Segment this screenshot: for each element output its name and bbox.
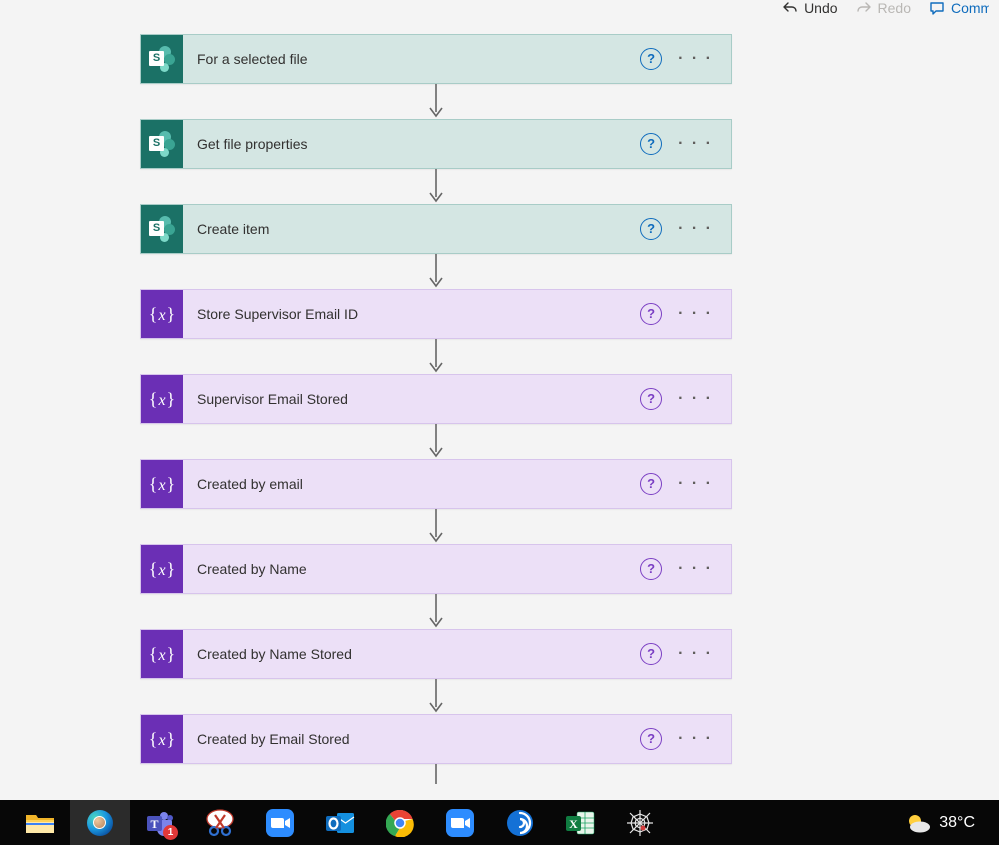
connector-arrow <box>427 679 445 714</box>
swirl-icon <box>505 808 535 838</box>
top-toolbar: Undo Redo Comments <box>782 0 999 22</box>
step-label: Create item <box>183 221 640 237</box>
redo-icon <box>856 0 872 16</box>
flow-step[interactable]: S For a selected file ? · · · <box>140 34 732 84</box>
flow-step[interactable]: S Create item ? · · · <box>140 204 732 254</box>
undo-button[interactable]: Undo <box>782 0 837 16</box>
step-label: Created by email <box>183 476 640 492</box>
taskbar-weather[interactable]: 38°C <box>905 812 989 834</box>
step-label: For a selected file <box>183 51 640 67</box>
flow-step[interactable]: x Created by Name Stored ? · · · <box>140 629 732 679</box>
connector-arrow <box>427 254 445 289</box>
comment-icon <box>929 0 945 16</box>
flow-step[interactable]: x Supervisor Email Stored ? · · · <box>140 374 732 424</box>
connector-arrow <box>427 594 445 629</box>
taskbar-app-9[interactable] <box>490 800 550 845</box>
help-button[interactable]: ? <box>640 218 662 240</box>
help-button[interactable]: ? <box>640 388 662 410</box>
step-more-button[interactable]: · · · <box>672 645 731 663</box>
help-button[interactable]: ? <box>640 558 662 580</box>
zoom-icon <box>445 808 475 838</box>
connector-arrow <box>427 169 445 204</box>
flow-step[interactable]: x Created by Name ? · · · <box>140 544 732 594</box>
connector-arrow <box>427 339 445 374</box>
taskbar-edge[interactable] <box>70 800 130 845</box>
step-more-button[interactable]: · · · <box>672 220 731 238</box>
redo-label: Redo <box>878 0 911 16</box>
flow-step[interactable]: S Get file properties ? · · · <box>140 119 732 169</box>
chrome-icon <box>385 808 415 838</box>
step-more-button[interactable]: · · · <box>672 305 731 323</box>
step-more-button[interactable]: · · · <box>672 135 731 153</box>
spiderweb-icon <box>625 808 655 838</box>
help-button[interactable]: ? <box>640 133 662 155</box>
sharepoint-icon: S <box>141 120 183 168</box>
help-button[interactable]: ? <box>640 303 662 325</box>
step-label: Store Supervisor Email ID <box>183 306 640 322</box>
taskbar-explorer[interactable] <box>10 800 70 845</box>
connector-arrow <box>427 764 445 784</box>
redo-button: Redo <box>856 0 911 16</box>
sharepoint-icon: S <box>141 35 183 83</box>
flow-step[interactable]: x Created by email ? · · · <box>140 459 732 509</box>
step-label: Supervisor Email Stored <box>183 391 640 407</box>
edge-icon <box>85 808 115 838</box>
excel-icon: X <box>565 808 595 838</box>
comments-label: Comments <box>951 0 989 16</box>
step-label: Created by Name Stored <box>183 646 640 662</box>
step-more-button[interactable]: · · · <box>672 730 731 748</box>
step-label: Created by Name <box>183 561 640 577</box>
step-more-button[interactable]: · · · <box>672 560 731 578</box>
taskbar-excel[interactable]: X <box>550 800 610 845</box>
svg-text:T: T <box>150 817 158 831</box>
outlook-icon <box>325 808 355 838</box>
teams-icon: T 1 <box>145 808 175 838</box>
weather-temp: 38°C <box>939 814 975 832</box>
sharepoint-icon: S <box>141 205 183 253</box>
step-more-button[interactable]: · · · <box>672 50 731 68</box>
step-label: Created by Email Stored <box>183 731 640 747</box>
taskbar-zoom-alt[interactable] <box>430 800 490 845</box>
flow-step[interactable]: x Created by Email Stored ? · · · <box>140 714 732 764</box>
zoom-icon <box>265 808 295 838</box>
variable-icon: x <box>141 715 183 763</box>
taskbar-outlook[interactable] <box>310 800 370 845</box>
variable-icon: x <box>141 375 183 423</box>
variable-icon: x <box>141 545 183 593</box>
flow-step[interactable]: x Store Supervisor Email ID ? · · · <box>140 289 732 339</box>
step-label: Get file properties <box>183 136 640 152</box>
step-more-button[interactable]: · · · <box>672 390 731 408</box>
variable-icon: x <box>141 460 183 508</box>
taskbar-zoom[interactable] <box>250 800 310 845</box>
variable-icon: x <box>141 290 183 338</box>
comments-button[interactable]: Comments <box>929 0 989 16</box>
windows-taskbar: T 1 <box>0 800 999 845</box>
taskbar-snip[interactable] <box>190 800 250 845</box>
help-button[interactable]: ? <box>640 473 662 495</box>
flow-canvas: S For a selected file ? · · · S Get file… <box>140 34 732 784</box>
taskbar-app-web[interactable] <box>610 800 670 845</box>
connector-arrow <box>427 424 445 459</box>
help-button[interactable]: ? <box>640 48 662 70</box>
variable-icon: x <box>141 630 183 678</box>
undo-icon <box>782 0 798 16</box>
connector-arrow <box>427 509 445 544</box>
help-button[interactable]: ? <box>640 643 662 665</box>
undo-label: Undo <box>804 0 837 16</box>
svg-text:X: X <box>569 817 578 831</box>
taskbar-teams[interactable]: T 1 <box>130 800 190 845</box>
connector-arrow <box>427 84 445 119</box>
snipping-tool-icon <box>205 808 235 838</box>
taskbar-chrome[interactable] <box>370 800 430 845</box>
help-button[interactable]: ? <box>640 728 662 750</box>
weather-icon <box>905 812 931 834</box>
file-explorer-icon <box>25 808 55 838</box>
step-more-button[interactable]: · · · <box>672 475 731 493</box>
